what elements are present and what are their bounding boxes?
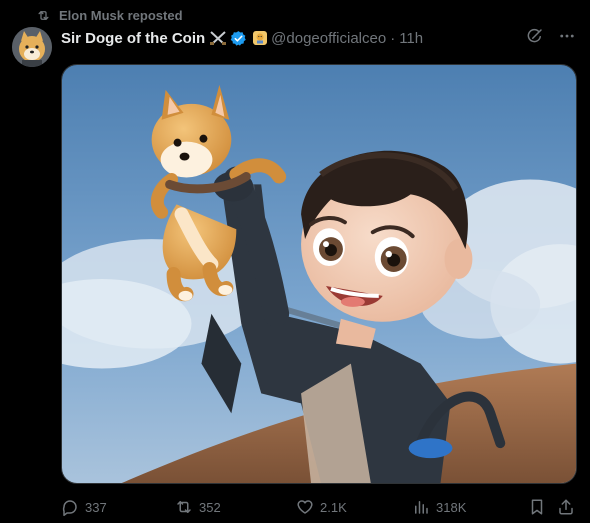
crossed-swords-icon (209, 30, 227, 46)
avatar[interactable] (12, 27, 52, 67)
affiliate-badge-icon[interactable] (253, 31, 268, 45)
views-icon (415, 501, 428, 514)
tweet-actions: 337 352 2.1K 318K (61, 496, 577, 518)
timestamp[interactable]: 11h (399, 30, 423, 47)
bookmark-icon (531, 499, 543, 515)
repost-count: 352 (199, 499, 221, 515)
reply-count: 337 (85, 499, 107, 515)
views-count: 318K (436, 499, 467, 515)
verified-badge-icon[interactable] (230, 30, 247, 47)
reply-icon (62, 500, 77, 516)
reply-button[interactable]: 337 (61, 496, 107, 518)
separator: · (390, 29, 396, 47)
grok-icon[interactable] (526, 27, 544, 45)
tweet-header: Sir Doge of the Coin @dogeofficialceo · … (61, 27, 576, 49)
like-count: 2.1K (320, 499, 347, 515)
repost-icon (38, 10, 49, 20)
repost-context[interactable]: Elon Musk reposted (36, 6, 183, 24)
author-handle[interactable]: @dogeofficialceo (271, 30, 386, 47)
author-name[interactable]: Sir Doge of the Coin (61, 30, 205, 47)
like-button[interactable]: 2.1K (296, 496, 347, 518)
views-button[interactable]: 318K (412, 496, 466, 518)
tweet-image[interactable] (61, 64, 577, 484)
bookmark-button[interactable] (528, 496, 546, 518)
header-actions (526, 27, 576, 45)
share-icon (559, 499, 573, 515)
heart-icon (297, 500, 313, 514)
share-button[interactable] (557, 496, 575, 518)
repost-button[interactable]: 352 (175, 496, 221, 518)
repost-icon (177, 501, 191, 513)
more-icon[interactable] (558, 27, 576, 45)
repost-label: Elon Musk reposted (59, 7, 183, 23)
